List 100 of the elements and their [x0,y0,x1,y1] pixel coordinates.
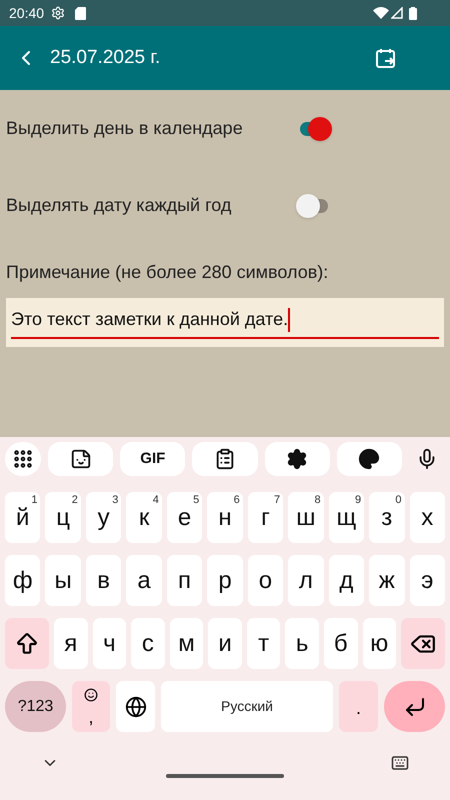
enter-key[interactable] [384,681,445,732]
sd-card-icon [75,6,86,20]
key[interactable]: м [170,618,204,669]
key[interactable]: а [126,555,162,606]
key-hint: 5 [193,495,200,506]
key-letter: с [142,632,154,656]
apps-icon [12,448,34,470]
gear-icon [51,6,66,20]
keyboard-icon[interactable] [391,754,409,772]
key-hint: 4 [152,495,159,506]
home-handle[interactable] [166,774,284,778]
key[interactable]: ш 8 [288,492,324,543]
key-letter: а [137,568,151,592]
toolbar-key[interactable] [192,442,258,476]
key-letter: д [339,568,354,592]
toolbar-key[interactable] [5,442,41,476]
key[interactable]: п [166,555,202,606]
key-letter: щ [336,506,356,530]
key[interactable]: л [288,555,324,606]
shift-icon [14,630,40,656]
key[interactable]: о [248,555,284,606]
toolbar-key[interactable] [48,442,114,476]
key[interactable]: б [324,618,358,669]
key[interactable]: э [410,555,445,606]
key-hint: 2 [72,495,78,506]
key-letter: о [258,568,272,592]
period-key[interactable]: . [339,681,378,732]
key[interactable]: с [131,618,165,669]
wifi-icon [373,7,389,19]
toolbar-key[interactable] [264,442,330,476]
key[interactable]: й 1 [5,492,40,543]
key[interactable]: д [328,555,364,606]
key[interactable]: я [54,618,88,669]
key[interactable]: ф [5,555,40,606]
space-key[interactable]: Русский [161,681,333,732]
key[interactable]: и [208,618,242,669]
key-hint: 3 [112,495,118,506]
emoji-comma-key[interactable]: , [72,681,110,732]
smiley-icon [84,688,98,702]
key-letter: й [16,506,30,530]
key-letter: ф [12,568,33,592]
note-field[interactable]: Это текст заметки к данной дате. [6,298,444,347]
key-letter: ч [103,632,116,656]
battery-icon [409,6,417,20]
language-key[interactable] [116,681,155,732]
key-letter: и [218,632,232,656]
clipboard-icon [214,448,236,470]
key-letter: к [138,506,150,530]
key[interactable]: ц 2 [45,492,81,543]
key-hint: 8 [314,495,321,506]
backspace-key[interactable] [401,618,446,669]
globe-icon [124,696,146,718]
key[interactable]: ч [92,618,126,669]
key[interactable]: щ 9 [328,492,364,543]
symbols-key[interactable]: ?123 [5,681,66,732]
key-letter: ы [54,568,72,592]
key[interactable]: ж [369,555,405,606]
shift-key[interactable] [5,618,49,669]
key-letter: э [421,568,434,592]
key[interactable]: х [410,492,445,543]
key[interactable]: ю [362,618,396,669]
key-hint: 0 [395,495,402,506]
toolbar-key[interactable] [336,442,402,476]
sticker-icon [70,448,92,470]
key-letter: р [218,568,232,592]
toolbar-key[interactable]: GIF [120,442,186,476]
key[interactable]: ы [45,555,81,606]
key-letter: я [64,632,78,656]
signal-icon [391,7,403,19]
key-letter: ц [56,506,70,530]
toggle-label: Выделять дату каждый год [6,194,232,217]
key[interactable]: т [246,618,280,669]
key-letter: н [218,506,232,530]
key-hint: 7 [274,495,280,506]
key-letter: ж [378,568,395,592]
key[interactable]: г 7 [248,492,284,543]
key-letter: ю [370,632,388,656]
clock: 20:40 [9,4,44,22]
key[interactable]: у 3 [86,492,122,543]
key-letter: у [98,506,110,530]
key-letter: л [298,568,313,592]
key[interactable]: з 0 [369,492,405,543]
key[interactable]: ь [285,618,319,669]
key-letter: з [381,506,392,530]
key[interactable]: н 6 [207,492,243,543]
key-letter: в [97,568,110,592]
key-hint: 6 [234,495,240,506]
key[interactable]: р [207,555,243,606]
key-letter: м [178,632,195,656]
key-letter: т [258,632,270,656]
key[interactable]: в [86,555,122,606]
key-letter: г [261,506,270,530]
gif-label: GIF [140,448,166,469]
calendar-export-button[interactable] [374,46,398,70]
key-letter: п [178,568,192,592]
key[interactable]: е 5 [166,492,202,543]
key[interactable]: к 4 [126,492,162,543]
key-letter: б [334,632,348,656]
note-label: Примечание (не более 280 символов): [6,261,330,284]
toggle-label: Выделить день в календаре [6,117,244,140]
